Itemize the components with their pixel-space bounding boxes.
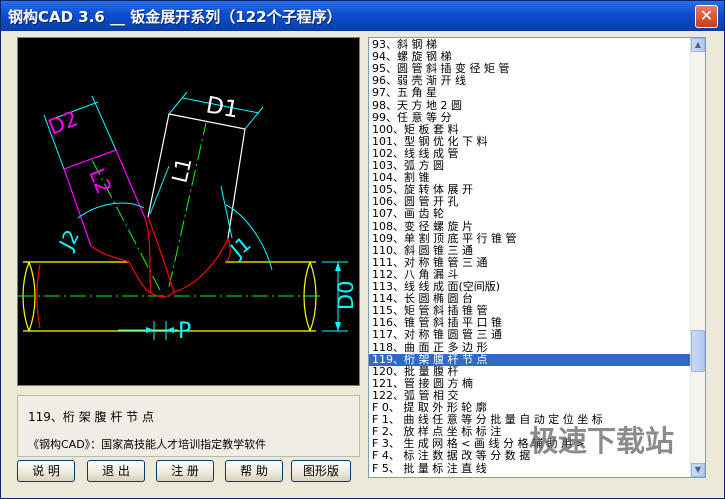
close-button[interactable]: ✕: [695, 5, 718, 28]
right-centerline: [168, 122, 207, 288]
graphics-version-button[interactable]: 图形版: [291, 460, 351, 482]
list-item[interactable]: 97、五 角 星: [369, 87, 691, 99]
list-item[interactable]: 118、曲 面 正 多 边 形: [369, 341, 691, 354]
list-item[interactable]: 98、天 方 地 2 圆: [369, 99, 691, 112]
list-item[interactable]: 121、管 接 圆 方 楠: [369, 377, 691, 390]
label-d2: D2: [45, 106, 81, 139]
list-item[interactable]: 100、矩 板 套 料: [369, 123, 691, 136]
exit-button[interactable]: 退 出: [87, 460, 145, 482]
list-item[interactable]: 117、对 称 锥 圆 管 三 通: [369, 329, 691, 341]
help-doc-button[interactable]: 说 明: [17, 460, 75, 482]
main-window: 钢构CAD 3.6 __ 钣金展开系列（122个子程序） ✕ D1 D2 L1 …: [0, 0, 725, 499]
list-item[interactable]: 110、斜 圆 锥 三 通: [369, 244, 691, 257]
title-bar[interactable]: 钢构CAD 3.6 __ 钣金展开系列（122个子程序） ✕: [1, 1, 724, 31]
list-item[interactable]: 111、对 称 锥 管 三 通: [369, 256, 691, 269]
label-d1: D1: [204, 92, 240, 123]
list-item[interactable]: 109、单 割 顶 底 平 行 锥 管: [369, 232, 691, 245]
list-item[interactable]: 99、任 意 等 分: [369, 111, 691, 124]
help-button[interactable]: 帮 助: [225, 460, 283, 482]
list-item[interactable]: 107、画 齿 轮: [369, 208, 691, 220]
label-l1: L1: [167, 155, 196, 185]
scroll-up-button[interactable]: ▲: [691, 38, 705, 52]
label-p: P: [178, 319, 191, 344]
program-listbox[interactable]: 93、斜 钢 梯 94、螺 旋 钢 梯 95、圆 管 斜 插 变 径 矩 管 96、弱…: [368, 37, 706, 478]
drawing-preview: D1 D2 L1 L2 J1 J2 D0 P: [17, 37, 360, 386]
right-branch-pipe: [147, 113, 246, 239]
window-title: 钢构CAD 3.6 __ 钣金展开系列（122个子程序）: [8, 8, 342, 26]
drawing-labels: D1 D2 L1 L2 J1 J2 D0 P: [45, 92, 358, 344]
register-button[interactable]: 注 册: [156, 460, 214, 482]
watermark-text: 极速下载站: [529, 424, 675, 458]
label-l2: L2: [84, 165, 116, 197]
list-item[interactable]: F 5、 批 量 标 注 直 线: [369, 462, 691, 475]
vertical-scrollbar[interactable]: ▲ ▼: [690, 38, 705, 477]
list-item-selected[interactable]: 119、桁 架 腹 杆 节 点: [369, 353, 691, 366]
selected-program-name: 119、桁 架 腹 杆 节 点: [28, 410, 154, 424]
caption-panel: 119、桁 架 腹 杆 节 点 《钢构CAD》：国家高技能人才培训指定教学软件: [17, 395, 360, 457]
label-j2: J2: [53, 226, 84, 255]
list-item[interactable]: 108、变 径 螺 旋 片: [369, 220, 691, 233]
list-item[interactable]: 101、型 钢 优 化 下 料: [369, 135, 691, 148]
scroll-thumb[interactable]: [691, 330, 705, 372]
left-branch-pipe: [63, 149, 146, 247]
truss-node-diagram: D1 D2 L1 L2 J1 J2 D0 P: [18, 91, 358, 344]
label-d0: D0: [334, 280, 358, 310]
software-note: 《钢构CAD》：国家高技能人才培训指定教学软件: [28, 438, 267, 451]
dimension-arrows: [146, 262, 341, 333]
dimension-lines: [43, 91, 348, 340]
scroll-down-button[interactable]: ▼: [691, 463, 705, 477]
list-item[interactable]: 120、批 量 腹 杆: [369, 365, 691, 378]
